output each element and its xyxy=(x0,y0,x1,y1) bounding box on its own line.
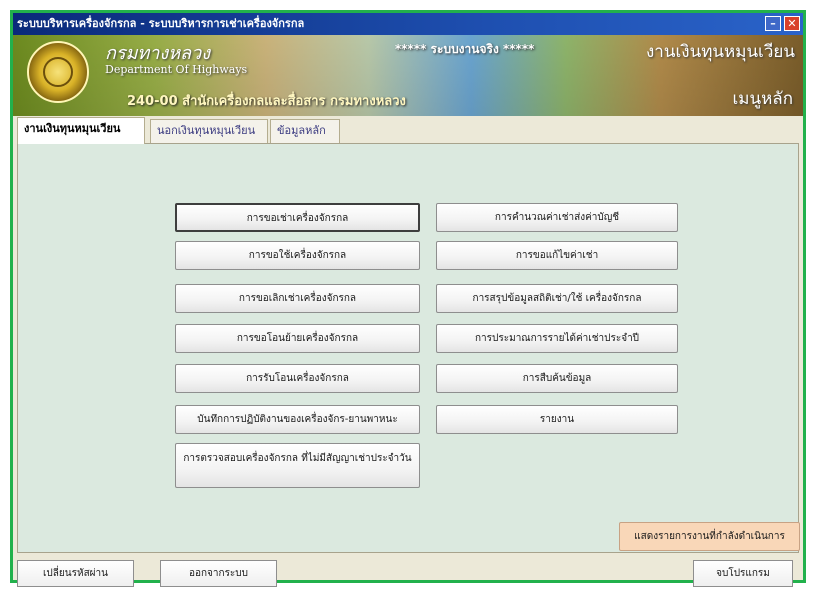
inspect-no-contract-button[interactable]: การตรวจสอบเครื่องจักรกล ที่ไม่มีสัญญาเช่… xyxy=(175,443,420,488)
office-name: 240-00 สำนักเครื่องกลและสื่อสาร กรมทางหล… xyxy=(127,94,406,109)
receive-transfer-button[interactable]: การรับโอนเครื่องจักรกล xyxy=(175,364,420,393)
show-in-progress-button[interactable]: แสดงรายการงานที่กำลังดำเนินการ xyxy=(619,522,800,551)
edit-rent-button[interactable]: การขอแก้ไขค่าเช่า xyxy=(436,241,678,270)
main-window: ระบบบริหารเครื่องจักรกล - ระบบบริหารการเ… xyxy=(10,10,806,587)
tab-non-revolving-fund[interactable]: นอกเงินทุนหมุนเวียน xyxy=(150,119,268,143)
title-bar: ระบบบริหารเครื่องจักรกล - ระบบบริหารการเ… xyxy=(13,13,803,35)
annual-income-estimate-button[interactable]: การประมาณการรายได้ค่าเช่าประจำปี xyxy=(436,324,678,353)
main-menu-label: เมนูหลัก xyxy=(732,89,793,109)
module-title: งานเงินทุนหมุนเวียน xyxy=(646,42,795,62)
menu-panel: การขอเช่าเครื่องจักรกล การขอใช้เครื่องจั… xyxy=(17,143,800,553)
minimize-button[interactable]: – xyxy=(765,16,781,31)
close-window-button[interactable]: ✕ xyxy=(784,16,800,31)
rent-request-button[interactable]: การขอเช่าเครื่องจักรกล xyxy=(175,203,420,232)
usage-statistics-button[interactable]: การสรุปข้อมูลสถิติเช่า/ใช้ เครื่องจักรกล xyxy=(436,284,678,313)
reports-button[interactable]: รายงาน xyxy=(436,405,678,434)
logout-button[interactable]: ออกจากระบบ xyxy=(160,560,277,587)
search-data-button[interactable]: การสืบค้นข้อมูล xyxy=(436,364,678,393)
department-name-english: Department Of Highways xyxy=(105,63,248,76)
change-password-button[interactable]: เปลี่ยนรหัสผ่าน xyxy=(17,560,134,587)
close-program-button[interactable]: จบโปรแกรม xyxy=(693,560,793,587)
header-banner: กรมทางหลวง Department Of Highways 240-00… xyxy=(13,35,803,116)
system-mode-label: ***** ระบบงานจริง ***** xyxy=(395,42,535,56)
window-title: ระบบบริหารเครื่องจักรกล - ระบบบริหารการเ… xyxy=(17,17,305,30)
cancel-rent-button[interactable]: การขอเลิกเช่าเครื่องจักรกล xyxy=(175,284,420,313)
operation-log-button[interactable]: บันทึกการปฏิบัติงานของเครื่องจักร-ยานพาห… xyxy=(175,405,420,434)
use-request-button[interactable]: การขอใช้เครื่องจักรกล xyxy=(175,241,420,270)
calculate-rent-button[interactable]: การคำนวณค่าเช่าส่งค่าบัญชี xyxy=(436,203,678,232)
department-emblem-icon xyxy=(27,41,89,103)
tab-master-data[interactable]: ข้อมูลหลัก xyxy=(270,119,340,143)
transfer-request-button[interactable]: การขอโอนย้ายเครื่องจักรกล xyxy=(175,324,420,353)
tab-revolving-fund[interactable]: งานเงินทุนหมุนเวียน xyxy=(17,117,145,144)
